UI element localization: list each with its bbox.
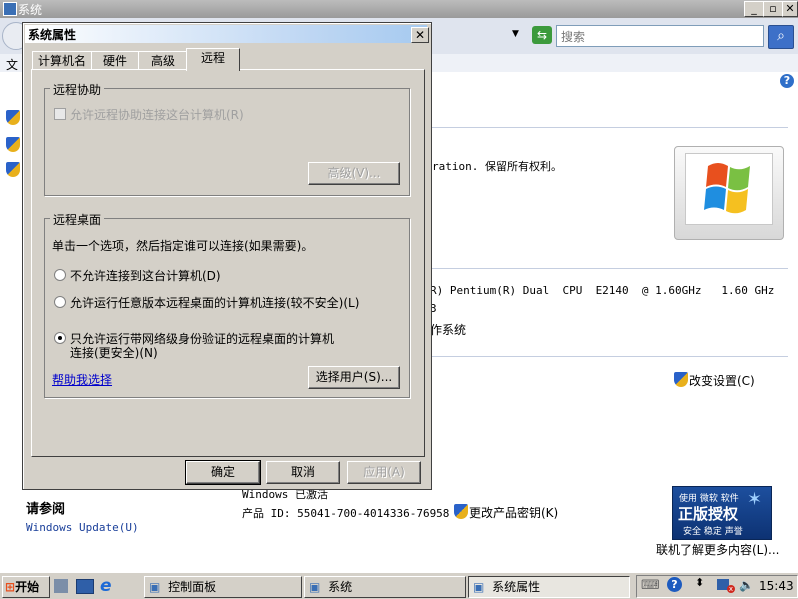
system-tray: ⌨ ? ⬍ x 🔈 15:43 (636, 575, 798, 598)
computer-icon: ▣ (473, 580, 485, 594)
refresh-icon[interactable]: ⇆ (532, 26, 552, 44)
computer-icon (3, 2, 17, 16)
allow-remote-assistance-label: 允许远程协助连接这台计算机(R) (70, 108, 244, 122)
advanced-button[interactable]: 高级(V)... (308, 162, 400, 185)
clock[interactable]: 15:43 (759, 579, 794, 593)
speaker-icon[interactable]: 🔈 (739, 578, 754, 592)
copyright-text: ration. 保留所有权利。 (432, 160, 562, 173)
learn-more-link[interactable]: 联机了解更多内容(L)... (656, 541, 780, 558)
restore-button[interactable]: ▫ (763, 1, 783, 17)
system-window-title: 系统 (18, 3, 43, 17)
remote-desktop-legend: 远程桌面 (50, 211, 105, 228)
taskbar-item-system[interactable]: ▣ 系统 (304, 576, 466, 598)
arrows-icon[interactable]: ⬍ (695, 576, 704, 589)
search-placeholder: 搜索 (561, 30, 586, 44)
dialog-close-button[interactable]: ✕ (411, 27, 429, 43)
shield-icon[interactable] (6, 110, 20, 125)
allow-remote-assistance-checkbox[interactable] (54, 108, 66, 120)
radio-allow-any-label[interactable]: 允许运行任意版本远程桌面的计算机连接(较不安全)(L) (70, 294, 359, 311)
ok-button[interactable]: 确定 (185, 460, 261, 485)
remote-assistance-legend: 远程协助 (50, 81, 105, 98)
taskbar-item-label: 控制面板 (168, 580, 217, 594)
cancel-button[interactable]: 取消 (266, 461, 340, 484)
radio-allow-any[interactable] (54, 296, 66, 308)
menu-item-file[interactable]: 文 (6, 56, 18, 73)
keyboard-icon[interactable]: ⌨ (641, 578, 660, 593)
help-icon[interactable]: ? (780, 74, 794, 88)
radio-allow-nla-label-line2[interactable]: 连接(更安全)(N) (70, 344, 158, 361)
control-panel-icon: ▣ (149, 580, 161, 594)
radio-disallow[interactable] (54, 269, 66, 281)
see-also-heading: 请参阅 (26, 502, 66, 517)
taskbar-item-control-panel[interactable]: ▣ 控制面板 (144, 576, 302, 598)
radio-allow-nla[interactable] (54, 332, 66, 344)
dialog-titlebar: 系统属性 ✕ (25, 25, 429, 43)
taskbar-item-system-properties[interactable]: ▣ 系统属性 (468, 576, 630, 598)
start-button[interactable]: ⊞开始 (2, 576, 50, 598)
search-input[interactable]: 搜索 (556, 25, 764, 47)
dialog-title: 系统属性 (28, 28, 77, 42)
change-settings-link[interactable]: 改变设置(C) (689, 372, 755, 389)
computer-icon: ▣ (309, 580, 321, 594)
shield-icon (674, 372, 688, 387)
taskbar-item-label: 系统 (328, 580, 353, 594)
windows-flag-icon (704, 163, 750, 214)
shield-icon[interactable] (6, 162, 20, 177)
processor-value: R) Pentium(R) Dual CPU E2140 @ 1.60GHz 1… (430, 284, 775, 297)
product-id: 产品 ID: 55041-700-4014336-76958 (242, 507, 450, 520)
genuine-line2: 安全 稳定 声誉 (683, 527, 743, 537)
error-badge-icon: x (727, 585, 735, 593)
close-button[interactable]: ✕ (782, 1, 798, 17)
remote-desktop-instruction: 单击一个选项，然后指定谁可以连接(如果需要)。 (52, 239, 314, 253)
start-label: 开始 (15, 580, 40, 594)
windows-update-link[interactable]: Windows Update(U) (26, 521, 139, 534)
star-icon: ✶ (747, 489, 763, 510)
chevron-down-icon[interactable]: ▼ (512, 29, 519, 39)
shield-icon (454, 504, 468, 519)
show-desktop-icon[interactable] (54, 579, 68, 593)
change-product-key-link[interactable]: 更改产品密钥(K) (469, 504, 558, 521)
radio-disallow-label[interactable]: 不允许连接到这台计算机(D) (70, 267, 221, 284)
apply-button[interactable]: 应用(A) (347, 461, 421, 484)
genuine-badge[interactable]: 使用 微软 软件 正版授权 安全 稳定 声誉 ✶ (672, 486, 772, 540)
remote-tab-panel: 远程协助 允许远程协助连接这台计算机(R) 高级(V)... 远程桌面 单击一个… (31, 69, 425, 457)
windows-logo-monitor (674, 146, 784, 240)
system-type-value: 作系统 (430, 323, 467, 337)
divider (430, 268, 788, 269)
help-me-choose-link[interactable]: 帮助我选择 (52, 371, 112, 388)
taskbar-item-label: 系统属性 (492, 580, 541, 594)
system-properties-dialog: 系统属性 ✕ 计算机名 硬件 高级 远程 远程协助 允许远程协助连接这台计算机(… (22, 22, 432, 490)
taskbar: ⊞开始 e ▣ 控制面板 ▣ 系统 ▣ 系统属性 ⌨ ? ⬍ x 🔈 15:43 (0, 572, 798, 599)
divider (430, 127, 788, 128)
system-window-titlebar: 系统 _ ▫ ✕ (0, 0, 798, 18)
help-icon[interactable]: ? (667, 577, 682, 592)
internet-explorer-icon[interactable]: e (100, 576, 112, 596)
minimize-button[interactable]: _ (744, 1, 764, 17)
divider (430, 356, 788, 357)
tab-remote[interactable]: 远程 (186, 48, 240, 71)
shield-icon[interactable] (6, 137, 20, 152)
select-users-button[interactable]: 选择用户(S)... (308, 366, 400, 389)
genuine-title: 正版授权 (678, 505, 739, 523)
search-icon[interactable]: ⌕ (768, 25, 794, 49)
server-manager-icon[interactable] (76, 579, 94, 594)
windows-start-icon: ⊞ (5, 580, 16, 594)
